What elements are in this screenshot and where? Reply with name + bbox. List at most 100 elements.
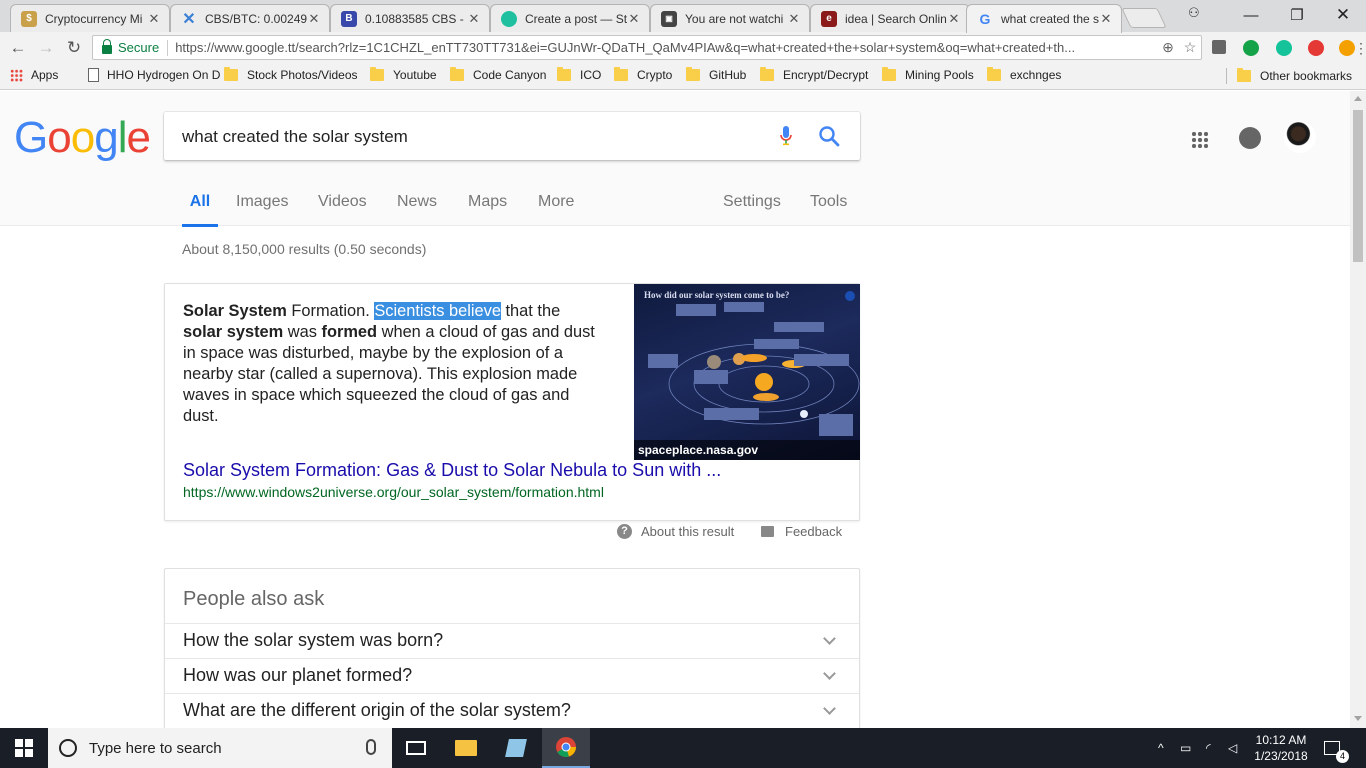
close-icon[interactable]: ✕ xyxy=(1099,11,1113,27)
tab-all[interactable]: All xyxy=(182,191,218,227)
task-view-button[interactable] xyxy=(392,728,440,768)
bookmark-folder[interactable]: exchnges xyxy=(987,67,1061,82)
zoom-icon[interactable]: ⊕ xyxy=(1157,39,1179,56)
show-hidden-icons[interactable]: ^ xyxy=(1158,728,1164,768)
close-icon[interactable]: ✕ xyxy=(307,11,321,27)
image-caption[interactable]: spaceplace.nasa.gov xyxy=(634,440,860,460)
tab-videos[interactable]: Videos xyxy=(318,193,367,229)
steemit-icon xyxy=(501,10,517,27)
search-icon[interactable] xyxy=(818,125,840,147)
minimize-icon[interactable]: — xyxy=(1228,0,1274,30)
forward-arrow-icon[interactable]: → xyxy=(34,36,58,60)
close-icon[interactable]: ✕ xyxy=(467,11,481,27)
snippet-text-part: Formation. xyxy=(286,302,375,320)
bookmark-folder[interactable]: Crypto xyxy=(614,67,672,82)
google-logo[interactable]: Google xyxy=(14,113,151,163)
browser-tab[interactable]: ▣ You are not watchi ✕ xyxy=(650,4,810,32)
bookmark-other[interactable]: Other bookmarks xyxy=(1226,68,1352,84)
browser-tab[interactable]: B 0.10883585 CBS - ✕ xyxy=(330,4,490,32)
new-tab-button[interactable] xyxy=(1121,8,1167,28)
browser-tab[interactable]: e idea | Search Onlin ✕ xyxy=(810,4,970,32)
bookmark-label: Stock Photos/Videos xyxy=(247,68,358,82)
folder-icon xyxy=(1237,68,1251,82)
bookmark-apps[interactable]: Apps xyxy=(10,68,58,82)
file-explorer-button[interactable] xyxy=(442,728,490,768)
close-icon[interactable]: ✕ xyxy=(627,11,641,27)
bookmark-folder[interactable]: Mining Pools xyxy=(882,67,974,82)
scroll-down-icon[interactable] xyxy=(1354,716,1362,721)
start-button[interactable] xyxy=(0,728,48,768)
bookmark-folder[interactable]: Youtube xyxy=(370,67,437,82)
browser-tab-active[interactable]: G what created the s ✕ xyxy=(966,4,1122,33)
microphone-icon[interactable] xyxy=(366,739,376,755)
paa-title: People also ask xyxy=(183,588,325,610)
paa-question[interactable]: How was our planet formed? xyxy=(165,658,859,693)
tab-more[interactable]: More xyxy=(538,193,574,229)
feedback-link[interactable]: Feedback xyxy=(761,524,842,539)
evernote-extension-icon[interactable] xyxy=(1243,40,1259,56)
result-url[interactable]: https://www.windows2universe.org/our_sol… xyxy=(183,484,604,500)
search-input[interactable]: what created the solar system xyxy=(182,127,408,147)
close-icon[interactable]: ✕ xyxy=(147,11,161,27)
avatar[interactable] xyxy=(1284,121,1316,153)
restore-icon[interactable]: ❐ xyxy=(1274,0,1320,30)
scroll-up-icon[interactable] xyxy=(1354,96,1362,101)
selected-text[interactable]: Scientists believe xyxy=(374,302,501,320)
result-title-link[interactable]: Solar System Formation: Gas & Dust to So… xyxy=(183,460,721,481)
microphone-icon[interactable] xyxy=(780,126,792,146)
bookmark-star-icon[interactable]: ☆ xyxy=(1179,39,1201,56)
tab-tools[interactable]: Tools xyxy=(810,193,847,229)
wifi-icon[interactable]: ◜ xyxy=(1206,728,1211,768)
bookmark-label: GitHub xyxy=(709,68,747,82)
bookmark-folder[interactable]: GitHub xyxy=(686,67,747,82)
browser-tab[interactable]: ✕ CBS/BTC: 0.002498 ✕ xyxy=(170,4,330,32)
snippet-image[interactable]: How did our solar system come to be? spa… xyxy=(634,284,860,460)
tab-images[interactable]: Images xyxy=(236,193,288,229)
tab-news[interactable]: News xyxy=(397,193,437,229)
page-scrollbar[interactable] xyxy=(1350,91,1366,728)
menu-icon[interactable]: ⋮ xyxy=(1354,36,1366,60)
windows-taskbar: Type here to search ^ ▭ ◜ ◁ 10:12 AM 1/2… xyxy=(0,728,1366,768)
tab-maps[interactable]: Maps xyxy=(468,193,507,229)
bookmark-folder[interactable]: Stock Photos/Videos xyxy=(224,67,358,82)
back-arrow-icon[interactable]: ← xyxy=(6,36,30,60)
address-bar[interactable]: Secure https://www.google.tt/search?rlz=… xyxy=(92,35,1202,60)
grammarly-extension-icon[interactable] xyxy=(1276,40,1292,56)
close-icon[interactable]: ✕ xyxy=(787,11,801,27)
close-icon[interactable]: ✕ xyxy=(947,11,961,27)
bookmark-label: Apps xyxy=(31,68,59,82)
battery-icon[interactable]: ▭ xyxy=(1180,728,1191,768)
folder-icon xyxy=(686,67,700,81)
action-center-button[interactable]: 4 xyxy=(1324,728,1349,768)
bookmark-folder[interactable]: Code Canyon xyxy=(450,67,547,82)
scroll-thumb[interactable] xyxy=(1353,110,1363,262)
block-extension-icon[interactable] xyxy=(1308,40,1324,56)
tab-settings[interactable]: Settings xyxy=(723,193,781,229)
taskbar-search[interactable]: Type here to search xyxy=(48,728,392,768)
browser-tab[interactable]: Create a post — St ✕ xyxy=(490,4,650,32)
bookmark-folder[interactable]: ICO xyxy=(557,67,601,82)
snippet-bold: formed xyxy=(321,323,378,341)
incognito-profile-icon[interactable]: ⚇ xyxy=(1188,5,1200,21)
bookmark-item[interactable]: HHO Hydrogen On D xyxy=(88,68,220,82)
bookmark-label: Code Canyon xyxy=(473,68,547,82)
clock[interactable]: 10:12 AM 1/23/2018 xyxy=(1246,732,1316,764)
search-box[interactable]: what created the solar system xyxy=(164,112,860,160)
browser-toolbar: ← → ↻ Secure https://www.google.tt/searc… xyxy=(0,32,1366,63)
volume-icon[interactable]: ◁ xyxy=(1228,728,1237,768)
chrome-taskbar-button[interactable] xyxy=(542,728,590,768)
app-button[interactable] xyxy=(492,728,540,768)
paa-question[interactable]: How the solar system was born? xyxy=(165,623,859,658)
qr-extension-icon[interactable] xyxy=(1212,40,1226,54)
paa-question[interactable]: What are the different origin of the sol… xyxy=(165,693,859,728)
about-this-result[interactable]: ? About this result xyxy=(617,524,734,539)
window-close-icon[interactable]: ✕ xyxy=(1320,0,1366,30)
bookmark-folder[interactable]: Encrypt/Decrypt xyxy=(760,67,868,82)
alert-extension-icon[interactable] xyxy=(1339,40,1355,56)
google-apps-icon[interactable] xyxy=(1191,131,1209,149)
reload-icon[interactable]: ↻ xyxy=(62,36,86,60)
logo-letter: G xyxy=(14,113,48,162)
url-text[interactable]: https://www.google.tt/search?rlz=1C1CHZL… xyxy=(175,40,1157,55)
browser-tab[interactable]: $ Cryptocurrency Mi ✕ xyxy=(10,4,170,32)
notifications-bell-icon[interactable] xyxy=(1239,127,1261,149)
